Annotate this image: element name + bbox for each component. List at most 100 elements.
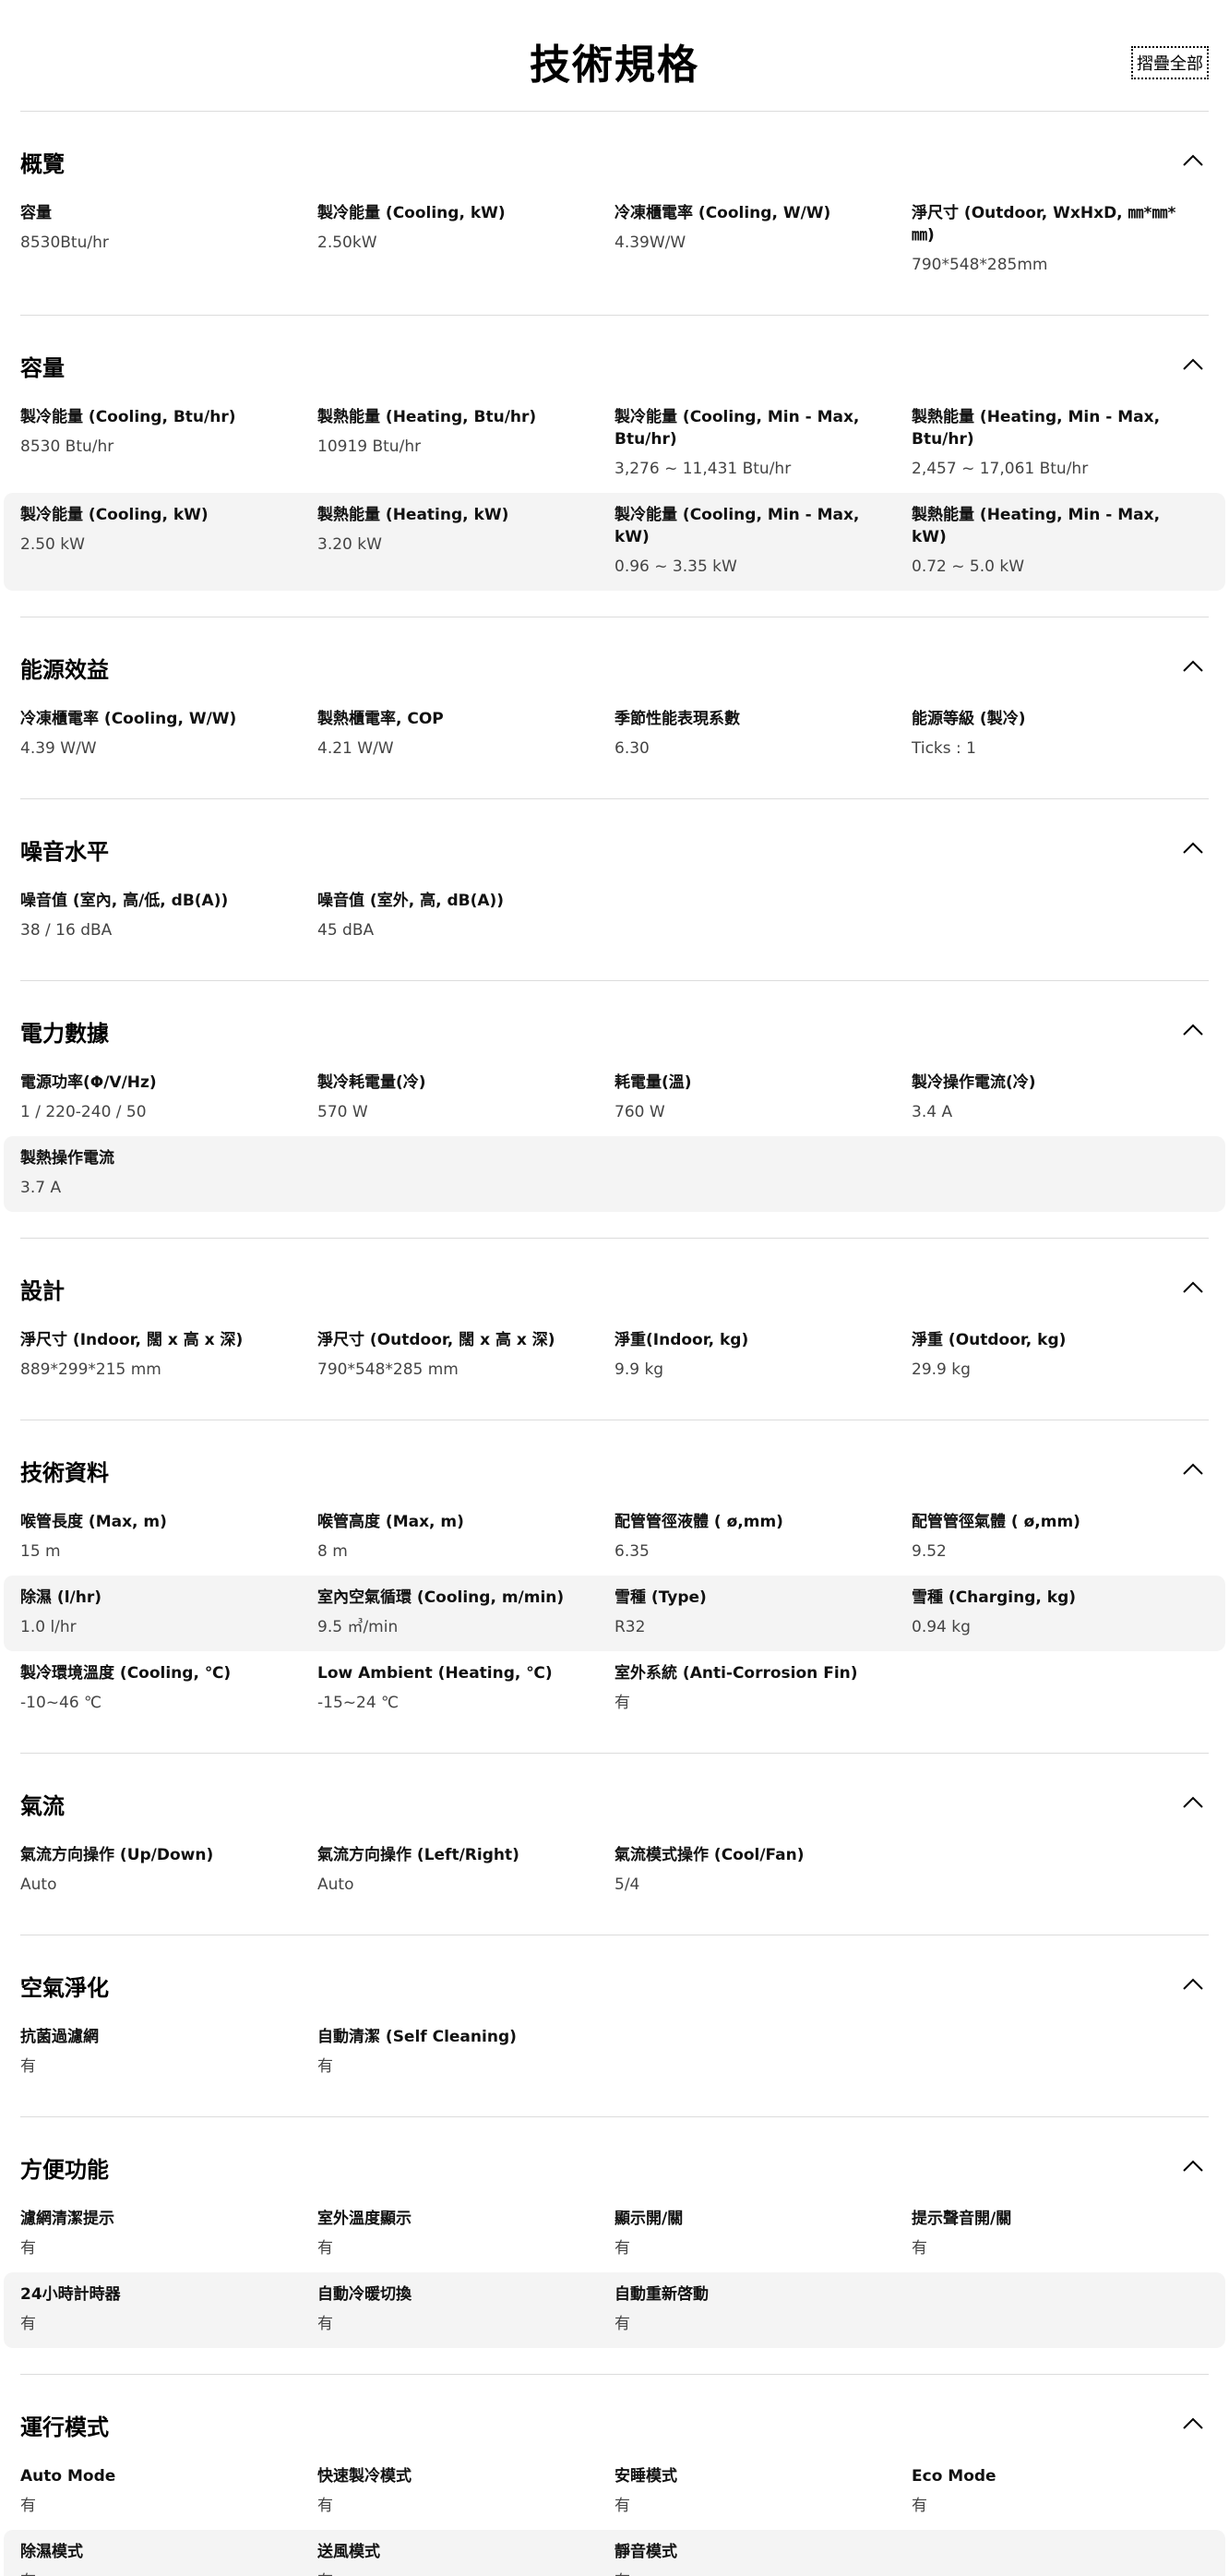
spec-row: 冷凍櫃電率 (Cooling, W/W) 4.39 W/W 製熱櫃電率, COP 4.… [4, 697, 1225, 773]
spec-value: 有 [614, 2570, 893, 2576]
spec-value: 有 [614, 2239, 630, 2258]
chevron-up-icon[interactable] [1181, 658, 1205, 675]
section-body: 電源功率(Φ/V/Hz) 1 / 220-240 / 50 製冷耗電量(冷) 570 … [4, 1060, 1225, 1238]
spec-row: 容量 8530Btu/hr 製冷能量 (Cooling, kW) 2.50kW 冷凍櫃電… [4, 191, 1225, 289]
section-header[interactable]: 氣流 [20, 1754, 1209, 1833]
spec-value: 9.5 ㎥/min [317, 1618, 399, 1636]
chevron-up-icon[interactable] [1181, 2415, 1205, 2432]
spec-value: 0.72 ~ 5.0 kW [912, 557, 1024, 576]
section-body: 淨尺寸 (Indoor, 闊 x 高 x 深) 889*299*215 mm 淨尺寸… [20, 1318, 1209, 1420]
spec-item: 送風模式有 [317, 2541, 614, 2576]
chevron-up-icon[interactable] [1181, 1794, 1205, 1811]
spec-section: 設計淨尺寸 (Indoor, 闊 x 高 x 深) 889*299*215 mm 淨… [20, 1238, 1209, 1420]
section-header[interactable]: 運行模式 [20, 2375, 1209, 2454]
section-header[interactable]: 空氣淨化 [20, 1935, 1209, 2015]
spec-item: 製冷能量 (Cooling, kW) 2.50kW [317, 202, 614, 276]
spec-label: Low Ambient (Heating, ℃) [317, 1664, 553, 1683]
spec-label: 自動重新啓動 [614, 2285, 709, 2304]
spec-item: 電源功率(Φ/V/Hz) 1 / 220-240 / 50 [20, 1072, 317, 1123]
section-header[interactable]: 概覽 [20, 112, 1209, 191]
spec-item: 安睡模式有 [614, 2465, 912, 2517]
spec-value: 3.4 A [912, 1103, 953, 1121]
spec-item: 製熱能量 (Heating, kW) 3.20 kW [317, 504, 614, 578]
collapse-all-button[interactable]: 摺疊全部 [1131, 46, 1209, 79]
spec-value: 1.0 l/hr [20, 1618, 77, 1636]
spec-item: 濾網清潔提示有 [20, 2208, 317, 2259]
spec-item: 季節性能表現系數 6.30 [614, 708, 912, 760]
spec-item: 能源等級 (製冷) Ticks : 1 [912, 708, 1209, 760]
spec-item: 噪音值 (室外, 高, dB(A)) 45 dBA [317, 890, 614, 941]
spec-value: 4.21 W/W [317, 739, 394, 758]
spec-value: 有 [317, 2239, 333, 2258]
spec-value: 有 [20, 2570, 299, 2576]
spec-item: 配管管徑氣體 ( ø,mm) 9.52 [912, 1511, 1209, 1563]
chevron-up-icon[interactable] [1181, 356, 1205, 373]
section-header[interactable]: 技術資料 [20, 1420, 1209, 1500]
spec-item: 製冷耗電量(冷) 570 W [317, 1072, 614, 1123]
spec-value: 889*299*215 mm [20, 1360, 161, 1379]
spec-value: 有 [317, 2057, 333, 2076]
spec-item: 製冷環境溫度 (Cooling, ℃) -10~46 ℃ [20, 1662, 317, 1714]
spec-item: 自動重新啓動有 [614, 2283, 912, 2335]
section-body: 濾網清潔提示有室外溫度顯示有顯示開/關有提示聲音開/關有 24小時計時器有自動冷暖… [4, 2197, 1225, 2374]
chevron-up-icon[interactable] [1181, 840, 1205, 857]
section-header[interactable]: 設計 [20, 1239, 1209, 1318]
chevron-up-icon[interactable] [1181, 1279, 1205, 1296]
spec-item: 製冷操作電流(冷) 3.4 A [912, 1072, 1209, 1123]
spec-value: 有 [614, 2497, 630, 2515]
chevron-up-icon[interactable] [1181, 2158, 1205, 2175]
spec-label: 氣流模式操作 (Cool/Fan) [614, 1846, 805, 1864]
spec-label: Auto Mode [20, 2467, 116, 2486]
spec-value: 有 [912, 2239, 927, 2258]
section-header[interactable]: 噪音水平 [20, 799, 1209, 879]
chevron-up-icon[interactable] [1181, 1976, 1205, 1993]
section-title: 設計 [20, 1278, 65, 1304]
spec-row: 電源功率(Φ/V/Hz) 1 / 220-240 / 50 製冷耗電量(冷) 570 … [4, 1060, 1225, 1136]
spec-label: 製熱能量 (Heating, Btu/hr) [317, 408, 537, 426]
spec-section: 噪音水平 噪音值 (室內, 高/低, dB(A)) 38 / 16 dBA 噪音值 (… [20, 798, 1209, 980]
spec-label: 除濕模式 [20, 2543, 83, 2561]
spec-label: Eco Mode [912, 2467, 996, 2486]
spec-item: Low Ambient (Heating, ℃) -15~24 ℃ [317, 1662, 614, 1714]
spec-value: 3.20 kW [317, 535, 382, 554]
spec-value: 3.7 A [20, 1179, 62, 1197]
spec-value: 有 [20, 2497, 36, 2515]
section-header[interactable]: 容量 [20, 316, 1209, 395]
spec-row: 抗菌過濾網有自動清潔 (Self Cleaning) 有 [4, 2015, 1225, 2091]
spec-item: Eco Mode 有 [912, 2465, 1209, 2517]
section-header[interactable]: 方便功能 [20, 2117, 1209, 2197]
spec-label: 安睡模式 [614, 2467, 677, 2486]
spec-value: 5/4 [614, 1875, 640, 1894]
spec-item: 冷凍櫃電率 (Cooling, W/W) 4.39W/W [614, 202, 912, 276]
spec-label: 室外溫度顯示 [317, 2210, 412, 2228]
spec-value: Ticks : 1 [912, 739, 976, 758]
spec-label: 製熱操作電流 [20, 1149, 114, 1168]
spec-item: 快速製冷模式有 [317, 2465, 614, 2517]
spec-value: -15~24 ℃ [317, 1694, 400, 1712]
spec-value: 10919 Btu/hr [317, 437, 422, 456]
spec-section: 運行模式Auto Mode有快速製冷模式有安睡模式有Eco Mode有除濕模式有… [4, 2374, 1225, 2576]
section-title: 電力數據 [20, 1021, 109, 1047]
spec-label: 室外系統 (Anti-Corrosion Fin) [614, 1664, 858, 1683]
section-header[interactable]: 能源效益 [20, 617, 1209, 697]
section-title: 運行模式 [20, 2414, 109, 2440]
spec-value: 4.39W/W [614, 234, 686, 252]
spec-item: 靜音模式有 [614, 2541, 912, 2576]
spec-item: 室內空氣循環 (Cooling, m/min) 9.5 ㎥/min [317, 1587, 614, 1638]
spec-label: 製熱能量 (Heating, Min - Max, kW) [912, 506, 1161, 546]
spec-item: 製熱能量 (Heating, Min - Max, Btu/hr) 2,457 ~… [912, 406, 1209, 480]
chevron-up-icon[interactable] [1181, 1461, 1205, 1478]
spec-item: 氣流模式操作 (Cool/Fan) 5/4 [614, 1844, 912, 1896]
spec-label: 氣流方向操作 (Left/Right) [317, 1846, 519, 1864]
section-header[interactable]: 電力數據 [20, 981, 1209, 1060]
spec-section: 空氣淨化 抗菌過濾網有自動清潔 (Self Cleaning) 有 [20, 1935, 1209, 2116]
spec-label: 濾網清潔提示 [20, 2210, 114, 2228]
chevron-up-icon[interactable] [1181, 152, 1205, 169]
spec-label: 耗電量(溫) [614, 1073, 692, 1092]
chevron-up-icon[interactable] [1181, 1022, 1205, 1038]
spec-label: 除濕 (l/hr) [20, 1588, 101, 1607]
spec-label: 製冷環境溫度 (Cooling, ℃) [20, 1664, 232, 1683]
section-body: 冷凍櫃電率 (Cooling, W/W) 4.39 W/W 製熱櫃電率, COP 4.… [20, 697, 1209, 798]
spec-row: 除濕 (l/hr) 1.0 l/hr 室內空氣循環 (Cooling, m/min)… [4, 1576, 1225, 1651]
spec-value: 8530Btu/hr [20, 234, 109, 252]
